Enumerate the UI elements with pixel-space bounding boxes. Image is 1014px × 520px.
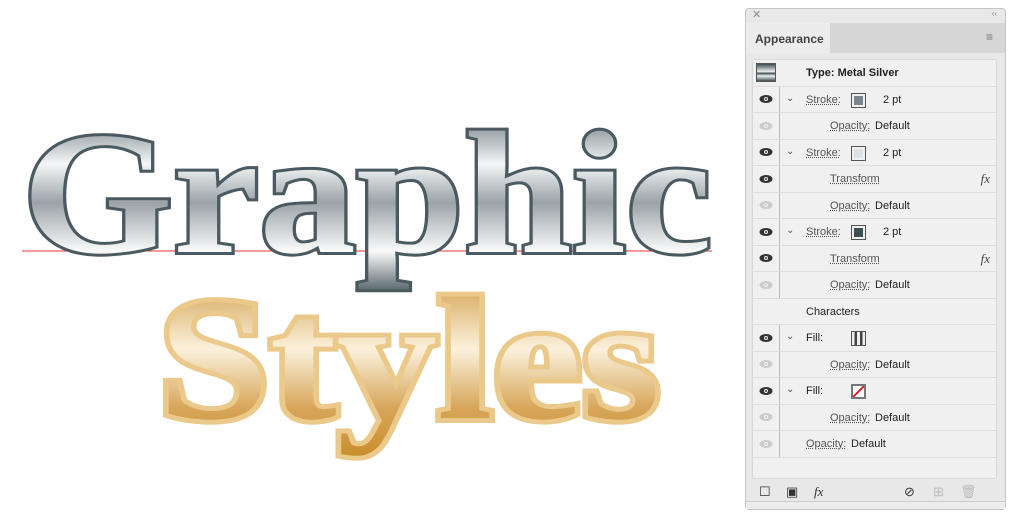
opacity-label[interactable]: Opacity: <box>806 438 846 450</box>
visibility-eye-icon[interactable] <box>753 405 778 431</box>
opacity-value: Default <box>875 120 910 132</box>
opacity-label[interactable]: Opacity: <box>830 120 870 132</box>
opacity-label[interactable]: Opacity: <box>830 200 870 212</box>
visibility-eye-icon[interactable] <box>753 219 778 245</box>
opacity-row[interactable]: Opacity: Default <box>753 404 996 431</box>
duplicate-item-icon[interactable]: ⊞ <box>933 484 944 500</box>
appearance-panel: ✕ ‹‹ Appearance ≡ Type: Metal Silver ⌄ Stro… <box>745 8 1006 510</box>
fx-icon[interactable]: fx <box>981 171 990 187</box>
chevron-down-icon[interactable]: ⌄ <box>786 331 794 342</box>
add-stroke-icon[interactable]: ☐ <box>759 484 771 500</box>
artboard: Graphic Styles <box>19 93 715 461</box>
visibility-eye-icon[interactable] <box>753 378 778 404</box>
opacity-value: Default <box>875 199 910 212</box>
characters-label: Characters <box>806 305 860 318</box>
visibility-eye-icon[interactable] <box>753 193 778 219</box>
opacity-label[interactable]: Opacity: <box>830 412 870 424</box>
stroke-weight[interactable]: 2 pt <box>883 226 901 238</box>
tab-appearance[interactable]: Appearance <box>746 23 830 53</box>
characters-row[interactable]: Characters <box>753 299 996 325</box>
panel-toolbar: ☐ ▣ fx ⊘ ⊞ 🗑 <box>746 481 1005 503</box>
stroke-swatch[interactable] <box>851 225 866 240</box>
opacity-value: Default <box>875 279 910 291</box>
type-label: Type: Metal Silver <box>806 67 899 79</box>
visibility-eye-icon[interactable] <box>753 272 778 298</box>
opacity-label[interactable]: Opacity: <box>830 359 870 371</box>
visibility-eye-icon[interactable] <box>753 113 778 139</box>
appearance-list: Type: Metal Silver ⌄ Stroke: 2 pt Opacity: D… <box>752 59 997 479</box>
visibility-eye-icon[interactable] <box>753 325 778 351</box>
add-effect-icon[interactable]: fx <box>814 484 823 500</box>
fill-label: Fill: <box>806 332 824 344</box>
fill-row[interactable]: ⌄ Fill: <box>753 325 996 352</box>
opacity-row[interactable]: Opacity: Default <box>753 431 996 458</box>
styles-text[interactable]: Styles <box>153 257 665 461</box>
fill-label: Fill: <box>806 385 824 397</box>
fill-row[interactable]: ⌄ Fill: <box>753 378 996 405</box>
transform-effect-link[interactable]: Transform <box>830 253 880 265</box>
chevron-down-icon[interactable]: ⌄ <box>786 384 794 395</box>
stroke-label[interactable]: Stroke: <box>806 226 841 238</box>
stroke-weight[interactable]: 2 pt <box>883 94 901 106</box>
transform-effect-row[interactable]: Transform fx <box>753 166 996 193</box>
delete-item-icon[interactable]: 🗑 <box>960 484 977 500</box>
fill-swatch-none[interactable] <box>851 384 866 399</box>
clear-appearance-icon[interactable]: ⊘ <box>904 484 915 500</box>
transform-effect-link[interactable]: Transform <box>830 173 880 185</box>
opacity-row[interactable]: Opacity: Default <box>753 113 996 140</box>
add-fill-icon[interactable]: ▣ <box>786 484 798 500</box>
panel-menu-icon[interactable]: ≡ <box>986 31 997 43</box>
visibility-eye-icon[interactable] <box>753 352 778 378</box>
opacity-label[interactable]: Opacity: <box>830 279 870 291</box>
stroke-row[interactable]: ⌄ Stroke: 2 pt <box>753 219 996 246</box>
fx-icon[interactable]: fx <box>981 251 990 267</box>
stroke-swatch[interactable] <box>851 92 866 108</box>
visibility-eye-icon[interactable] <box>753 140 778 166</box>
visibility-eye-icon[interactable] <box>753 87 778 113</box>
chevron-down-icon[interactable]: ⌄ <box>786 93 794 104</box>
fill-swatch-gradient[interactable] <box>851 331 866 346</box>
graphic-text[interactable]: Graphic <box>19 93 715 293</box>
opacity-value: Default <box>875 358 910 371</box>
stroke-row[interactable]: ⌄ Stroke: 2 pt <box>753 86 996 113</box>
chevron-down-icon[interactable]: ⌄ <box>786 146 794 157</box>
opacity-value: Default <box>875 411 910 424</box>
resize-grip[interactable] <box>746 501 1005 509</box>
opacity-row[interactable]: Opacity: Default <box>753 192 996 219</box>
stroke-row[interactable]: ⌄ Stroke: 2 pt <box>753 139 996 166</box>
visibility-eye-icon[interactable] <box>753 166 778 192</box>
visibility-eye-icon[interactable] <box>753 246 778 272</box>
transform-effect-row[interactable]: Transform fx <box>753 245 996 272</box>
stroke-label[interactable]: Stroke: <box>806 147 841 159</box>
stroke-label[interactable]: Stroke: <box>806 94 841 106</box>
opacity-value: Default <box>851 438 886 450</box>
chevron-down-icon[interactable]: ⌄ <box>786 225 794 236</box>
type-header-row[interactable]: Type: Metal Silver <box>753 60 996 87</box>
stroke-swatch[interactable] <box>851 145 866 161</box>
close-icon[interactable]: ✕ <box>752 8 761 21</box>
type-thumbnail <box>756 63 776 82</box>
opacity-row[interactable]: Opacity: Default <box>753 272 996 299</box>
opacity-row[interactable]: Opacity: Default <box>753 351 996 378</box>
collapse-icon[interactable]: ‹‹ <box>992 9 997 18</box>
visibility-eye-icon[interactable] <box>753 431 778 457</box>
stroke-weight[interactable]: 2 pt <box>883 147 901 159</box>
